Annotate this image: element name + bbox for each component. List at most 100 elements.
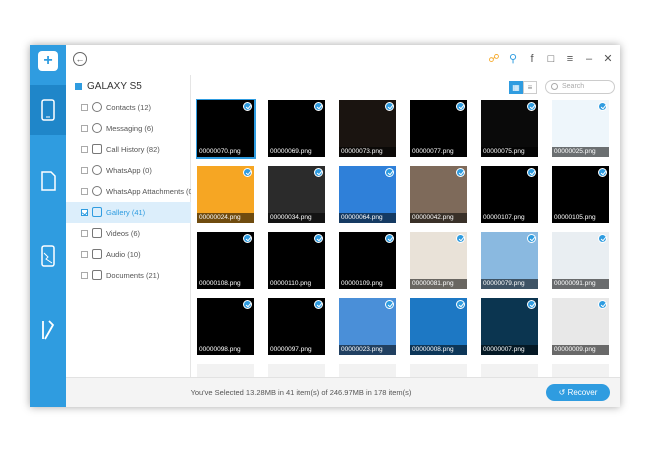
key-icon[interactable]: ⚲: [507, 52, 519, 66]
selected-check-icon[interactable]: [527, 168, 536, 177]
selected-check-icon[interactable]: [385, 300, 394, 309]
checkbox[interactable]: [81, 104, 88, 111]
minimize-icon[interactable]: –: [583, 52, 595, 66]
broken-phone-nav[interactable]: [30, 231, 66, 281]
device-name: GALAXY S5: [87, 81, 142, 92]
videos-icon: [92, 228, 102, 238]
gallery-thumbnail[interactable]: [268, 364, 325, 377]
menu-icon[interactable]: ≡: [564, 52, 576, 66]
gallery-thumbnail[interactable]: 00000077.png: [410, 100, 467, 157]
selected-check-icon[interactable]: [598, 300, 607, 309]
back-button[interactable]: ←: [73, 52, 87, 66]
checkbox[interactable]: [81, 251, 88, 258]
selected-check-icon[interactable]: [385, 102, 394, 111]
gallery-thumbnail[interactable]: [410, 364, 467, 377]
gallery-thumbnail[interactable]: 00000110.png: [268, 232, 325, 289]
checkbox[interactable]: [81, 209, 88, 216]
search-input[interactable]: Search: [545, 80, 615, 94]
grid-view-button[interactable]: ▦: [509, 81, 523, 94]
sidebar-item-call-history[interactable]: Call History (82): [66, 139, 191, 160]
toolkit-nav[interactable]: [30, 305, 66, 355]
selected-check-icon[interactable]: [243, 102, 252, 111]
gallery-thumbnail[interactable]: [339, 364, 396, 377]
selected-check-icon[interactable]: [243, 234, 252, 243]
phone-recovery-nav[interactable]: [30, 85, 66, 135]
gallery-thumbnail[interactable]: [197, 364, 254, 377]
gallery-thumbnail[interactable]: 00000064.png: [339, 166, 396, 223]
gallery-thumbnail[interactable]: 00000009.png: [552, 298, 609, 355]
checkbox[interactable]: [81, 230, 88, 237]
thumbnail-filename: 00000110.png: [268, 279, 325, 289]
selected-check-icon[interactable]: [314, 234, 323, 243]
gallery-thumbnail[interactable]: 00000070.png: [196, 99, 256, 159]
gallery-thumbnail[interactable]: [552, 364, 609, 377]
plus-logo-icon: +: [38, 51, 58, 71]
selected-check-icon[interactable]: [243, 168, 252, 177]
thumbnail-filename: 00000091.png: [552, 279, 609, 289]
selected-check-icon[interactable]: [527, 102, 536, 111]
gallery-thumbnail[interactable]: 00000025.png: [552, 100, 609, 157]
selected-check-icon[interactable]: [314, 168, 323, 177]
selected-check-icon[interactable]: [314, 300, 323, 309]
cart-icon[interactable]: ☍: [488, 52, 500, 66]
sidebar-item-videos[interactable]: Videos (6): [66, 223, 191, 244]
gallery-thumbnail[interactable]: 00000081.png: [410, 232, 467, 289]
device-checkbox[interactable]: [75, 83, 82, 90]
checkbox[interactable]: [81, 272, 88, 279]
facebook-icon[interactable]: f: [526, 52, 538, 66]
sidebar-item-label: Videos (6): [106, 229, 141, 238]
sd-card-nav[interactable]: [30, 156, 66, 206]
selected-check-icon[interactable]: [314, 102, 323, 111]
gallery-thumbnail[interactable]: 00000108.png: [197, 232, 254, 289]
gallery-thumbnail[interactable]: 00000034.png: [268, 166, 325, 223]
checkbox[interactable]: [81, 167, 88, 174]
thumbnail-filename: 00000077.png: [410, 147, 467, 157]
sidebar-item-audio[interactable]: Audio (10): [66, 244, 191, 265]
selected-check-icon[interactable]: [527, 234, 536, 243]
search-placeholder: Search: [562, 83, 585, 90]
selected-check-icon[interactable]: [385, 234, 394, 243]
recover-button[interactable]: ↺ Recover: [546, 384, 610, 401]
gallery-thumbnail[interactable]: 00000024.png: [197, 166, 254, 223]
sidebar-item-documents[interactable]: Documents (21): [66, 265, 191, 286]
sidebar-item-whatsapp-attachments[interactable]: WhatsApp Attachments (0): [66, 181, 195, 202]
checkbox[interactable]: [81, 188, 88, 195]
selected-check-icon[interactable]: [456, 300, 465, 309]
gallery-thumbnail[interactable]: 00000075.png: [481, 100, 538, 157]
sidebar-item-messaging[interactable]: Messaging (6): [66, 118, 191, 139]
checkbox[interactable]: [81, 125, 88, 132]
feedback-icon[interactable]: □: [545, 52, 557, 66]
gallery-thumbnail[interactable]: 00000107.png: [481, 166, 538, 223]
selected-check-icon[interactable]: [385, 168, 394, 177]
sidebar-item-whatsapp[interactable]: WhatsApp (0): [66, 160, 191, 181]
selected-check-icon[interactable]: [598, 168, 607, 177]
gallery-thumbnail[interactable]: 00000007.png: [481, 298, 538, 355]
sidebar-item-contacts[interactable]: Contacts (12): [66, 97, 191, 118]
gallery-thumbnail[interactable]: 00000069.png: [268, 100, 325, 157]
selected-check-icon[interactable]: [598, 234, 607, 243]
sidebar-item-gallery[interactable]: Gallery (41): [66, 202, 191, 223]
selected-check-icon[interactable]: [527, 300, 536, 309]
gallery-thumbnail[interactable]: 00000091.png: [552, 232, 609, 289]
device-header[interactable]: GALAXY S5: [75, 81, 142, 92]
gallery-thumbnail[interactable]: 00000105.png: [552, 166, 609, 223]
gallery-thumbnail[interactable]: 00000008.png: [410, 298, 467, 355]
close-icon[interactable]: ✕: [602, 52, 614, 66]
gallery-thumbnail[interactable]: 00000109.png: [339, 232, 396, 289]
selected-check-icon[interactable]: [243, 300, 252, 309]
list-view-button[interactable]: ≡: [523, 81, 537, 94]
gallery-thumbnail[interactable]: 00000079.png: [481, 232, 538, 289]
gallery-thumbnail[interactable]: 00000073.png: [339, 100, 396, 157]
selected-check-icon[interactable]: [598, 102, 607, 111]
checkbox[interactable]: [81, 146, 88, 153]
gallery-thumbnail[interactable]: 00000023.png: [339, 298, 396, 355]
call-history-icon: [92, 144, 102, 154]
gallery-thumbnail[interactable]: 00000097.png: [268, 298, 325, 355]
selected-check-icon[interactable]: [456, 168, 465, 177]
gallery-thumbnail[interactable]: [481, 364, 538, 377]
selected-check-icon[interactable]: [456, 234, 465, 243]
thumbnail-filename: 00000007.png: [481, 345, 538, 355]
gallery-thumbnail[interactable]: 00000098.png: [197, 298, 254, 355]
selected-check-icon[interactable]: [456, 102, 465, 111]
gallery-thumbnail[interactable]: 00000042.png: [410, 166, 467, 223]
